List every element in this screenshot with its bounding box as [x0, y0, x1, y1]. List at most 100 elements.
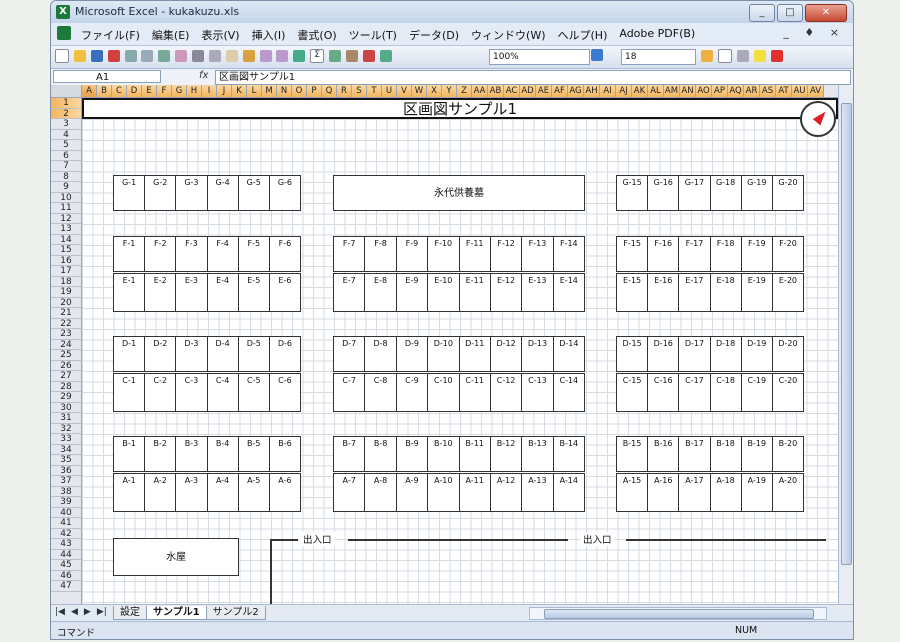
row-header-30[interactable]: 30 — [51, 403, 81, 413]
plot-cell[interactable]: D-17 — [679, 337, 711, 371]
plot-cell[interactable]: E-12 — [491, 274, 523, 311]
row-header-20[interactable]: 20 — [51, 298, 81, 308]
plot-cell[interactable]: B-17 — [679, 437, 711, 471]
column-header-am[interactable]: AM — [664, 85, 680, 97]
toolbar-icons[interactable]: Σ — [55, 49, 394, 63]
tab-sample1[interactable]: サンプル1 — [146, 606, 207, 620]
row-header-1[interactable]: 1 — [51, 98, 81, 109]
plot-cell[interactable]: D-12 — [491, 337, 523, 371]
plot-cell[interactable]: C-12 — [491, 374, 523, 411]
plot-cell[interactable]: A-4 — [208, 474, 239, 511]
plot-cell[interactable]: E-19 — [742, 274, 773, 311]
plot-cell[interactable]: A-5 — [239, 474, 270, 511]
plot-cell[interactable]: D-1 — [114, 337, 146, 371]
plot-cell[interactable]: A-9 — [397, 474, 429, 511]
column-header-ae[interactable]: AE — [536, 85, 552, 97]
spelling-icon[interactable] — [158, 50, 171, 62]
column-header-l[interactable]: L — [247, 85, 262, 97]
plot-cell[interactable]: F-10 — [428, 237, 460, 271]
autosum-icon[interactable]: Σ — [310, 49, 325, 63]
plot-cell[interactable]: G-4 — [208, 176, 239, 210]
row-header-13[interactable]: 13 — [51, 224, 81, 235]
plot-cell[interactable]: C-6 — [270, 374, 300, 411]
column-header-q[interactable]: Q — [322, 85, 337, 97]
plot-cell[interactable]: B-20 — [773, 437, 803, 471]
open-folder-icon[interactable] — [73, 50, 86, 62]
plot-cell[interactable]: C-11 — [460, 374, 491, 411]
center-align-icon[interactable] — [701, 50, 713, 62]
plot-cell[interactable]: B-8 — [365, 437, 397, 471]
plot-cell[interactable]: B-3 — [176, 437, 208, 471]
plot-cell[interactable]: D-6 — [270, 337, 300, 371]
sheet-title-cell[interactable]: 区画図サンプル1 — [82, 98, 838, 119]
plot-cell[interactable]: A-8 — [365, 474, 397, 511]
plot-cell[interactable]: E-3 — [176, 274, 208, 311]
select-all-corner[interactable] — [51, 85, 82, 97]
row-header-36[interactable]: 36 — [51, 466, 81, 476]
plot-cell[interactable]: A-12 — [491, 474, 523, 511]
plot-cell[interactable]: A-13 — [522, 474, 554, 511]
plot-cell[interactable]: E-10 — [428, 274, 460, 311]
plot-cell[interactable]: E-11 — [460, 274, 491, 311]
plot-cell[interactable]: C-13 — [522, 374, 554, 411]
plot-cell[interactable]: E-15 — [617, 274, 649, 311]
plot-cell[interactable]: E-17 — [679, 274, 711, 311]
plot-cell[interactable]: B-1 — [114, 437, 146, 471]
column-header-ar[interactable]: AR — [744, 85, 760, 97]
column-header-p[interactable]: P — [307, 85, 322, 97]
menu-data[interactable]: データ(D) — [409, 27, 459, 43]
plot-cell[interactable]: A-10 — [428, 474, 460, 511]
column-header-h[interactable]: H — [187, 85, 202, 97]
column-header-j[interactable]: J — [217, 85, 232, 97]
plot-cell[interactable]: E-1 — [114, 274, 146, 311]
plot-cell[interactable]: A-7 — [334, 474, 366, 511]
plot-cell[interactable]: D-7 — [334, 337, 366, 371]
plot-cell[interactable]: B-19 — [742, 437, 773, 471]
plot-cell[interactable]: A-2 — [145, 474, 177, 511]
zoom-select[interactable]: 100% — [489, 49, 590, 65]
column-header-aq[interactable]: AQ — [728, 85, 744, 97]
plot-cell[interactable]: G-6 — [270, 176, 300, 210]
plot-cell[interactable]: D-4 — [208, 337, 239, 371]
plot-cell[interactable]: F-7 — [334, 237, 366, 271]
row-header-45[interactable]: 45 — [51, 560, 81, 571]
plot-cell[interactable]: C-19 — [742, 374, 773, 411]
plot-cell[interactable]: A-11 — [460, 474, 491, 511]
column-header-af[interactable]: AF — [552, 85, 568, 97]
plot-cell[interactable]: F-1 — [114, 237, 146, 271]
tab-sample2[interactable]: サンプル2 — [205, 606, 266, 620]
column-header-ao[interactable]: AO — [696, 85, 712, 97]
plot-cell[interactable]: D-15 — [617, 337, 649, 371]
plot-cell[interactable]: B-4 — [208, 437, 239, 471]
plot-cell[interactable]: B-14 — [554, 437, 584, 471]
plot-cell[interactable]: D-13 — [522, 337, 554, 371]
row-header-28[interactable]: 28 — [51, 382, 81, 392]
row-header-15[interactable]: 15 — [51, 245, 81, 256]
print-preview-icon[interactable] — [141, 50, 154, 62]
row-header-8[interactable]: 8 — [51, 172, 81, 182]
row-header-23[interactable]: 23 — [51, 329, 81, 340]
menu-edit[interactable]: 編集(E) — [152, 27, 190, 43]
column-header-e[interactable]: E — [142, 85, 157, 97]
menu-window[interactable]: ウィンドウ(W) — [471, 27, 545, 43]
column-header-a[interactable]: A — [82, 85, 97, 97]
column-header-x[interactable]: X — [427, 85, 442, 97]
column-header-at[interactable]: AT — [776, 85, 792, 97]
row-header-42[interactable]: 42 — [51, 529, 81, 539]
column-header-s[interactable]: S — [352, 85, 367, 97]
plot-cell[interactable]: B-10 — [428, 437, 460, 471]
menu-view[interactable]: 表示(V) — [201, 27, 239, 43]
plot-cell[interactable]: B-11 — [460, 437, 491, 471]
plot-cell[interactable]: C-15 — [617, 374, 649, 411]
column-header-r[interactable]: R — [337, 85, 352, 97]
font-color-icon[interactable] — [770, 50, 783, 62]
column-header-ai[interactable]: AI — [600, 85, 616, 97]
row-header-3[interactable]: 3 — [51, 119, 81, 130]
menu-help[interactable]: ヘルプ(H) — [558, 27, 608, 43]
column-header-ab[interactable]: AB — [488, 85, 504, 97]
drawing-icon[interactable] — [379, 50, 392, 62]
plot-cell[interactable]: G-19 — [742, 176, 773, 210]
plot-cell[interactable]: G-3 — [176, 176, 208, 210]
row-header-10[interactable]: 10 — [51, 193, 81, 203]
plot-cell[interactable]: F-18 — [711, 237, 742, 271]
